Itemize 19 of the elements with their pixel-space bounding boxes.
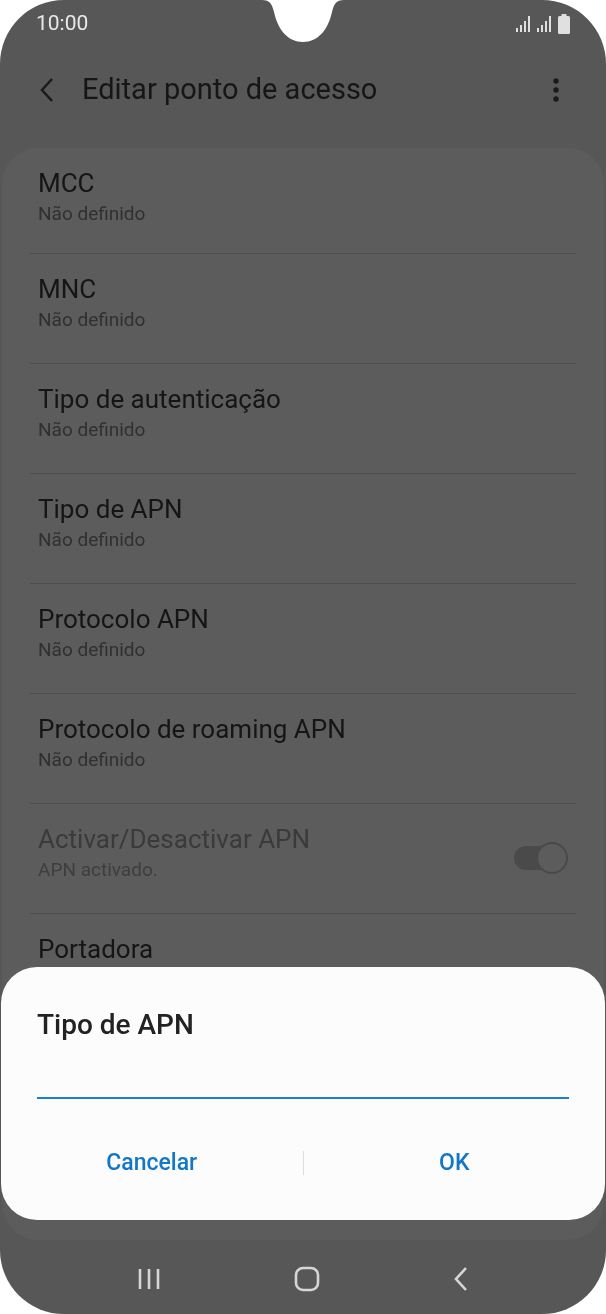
- setting-title: Protocolo APN: [38, 603, 210, 636]
- home-icon: [294, 1266, 320, 1292]
- signal-icon: [516, 15, 532, 33]
- back-icon: [39, 77, 55, 103]
- dialog-title: Tipo de APN: [37, 1007, 195, 1043]
- recent-apps-icon: [136, 1267, 161, 1291]
- battery-icon: [558, 14, 570, 34]
- more-options-icon: [553, 78, 559, 102]
- setting-title: MCC: [38, 167, 96, 200]
- dialog-button[interactable]: OK: [303, 1141, 605, 1185]
- setting-title: MNC: [38, 273, 98, 306]
- setting-title: Tipo de autenticação: [38, 383, 282, 416]
- setting-title: Protocolo de roaming APN: [38, 713, 347, 746]
- page-title: Editar ponto de acesso: [82, 71, 379, 109]
- status-time: 10:00: [36, 10, 89, 38]
- setting-title: Tipo de APN: [38, 493, 184, 526]
- back-icon: [453, 1266, 470, 1292]
- dialog-button[interactable]: Cancelar: [1, 1141, 303, 1185]
- signal-icon: [537, 15, 553, 33]
